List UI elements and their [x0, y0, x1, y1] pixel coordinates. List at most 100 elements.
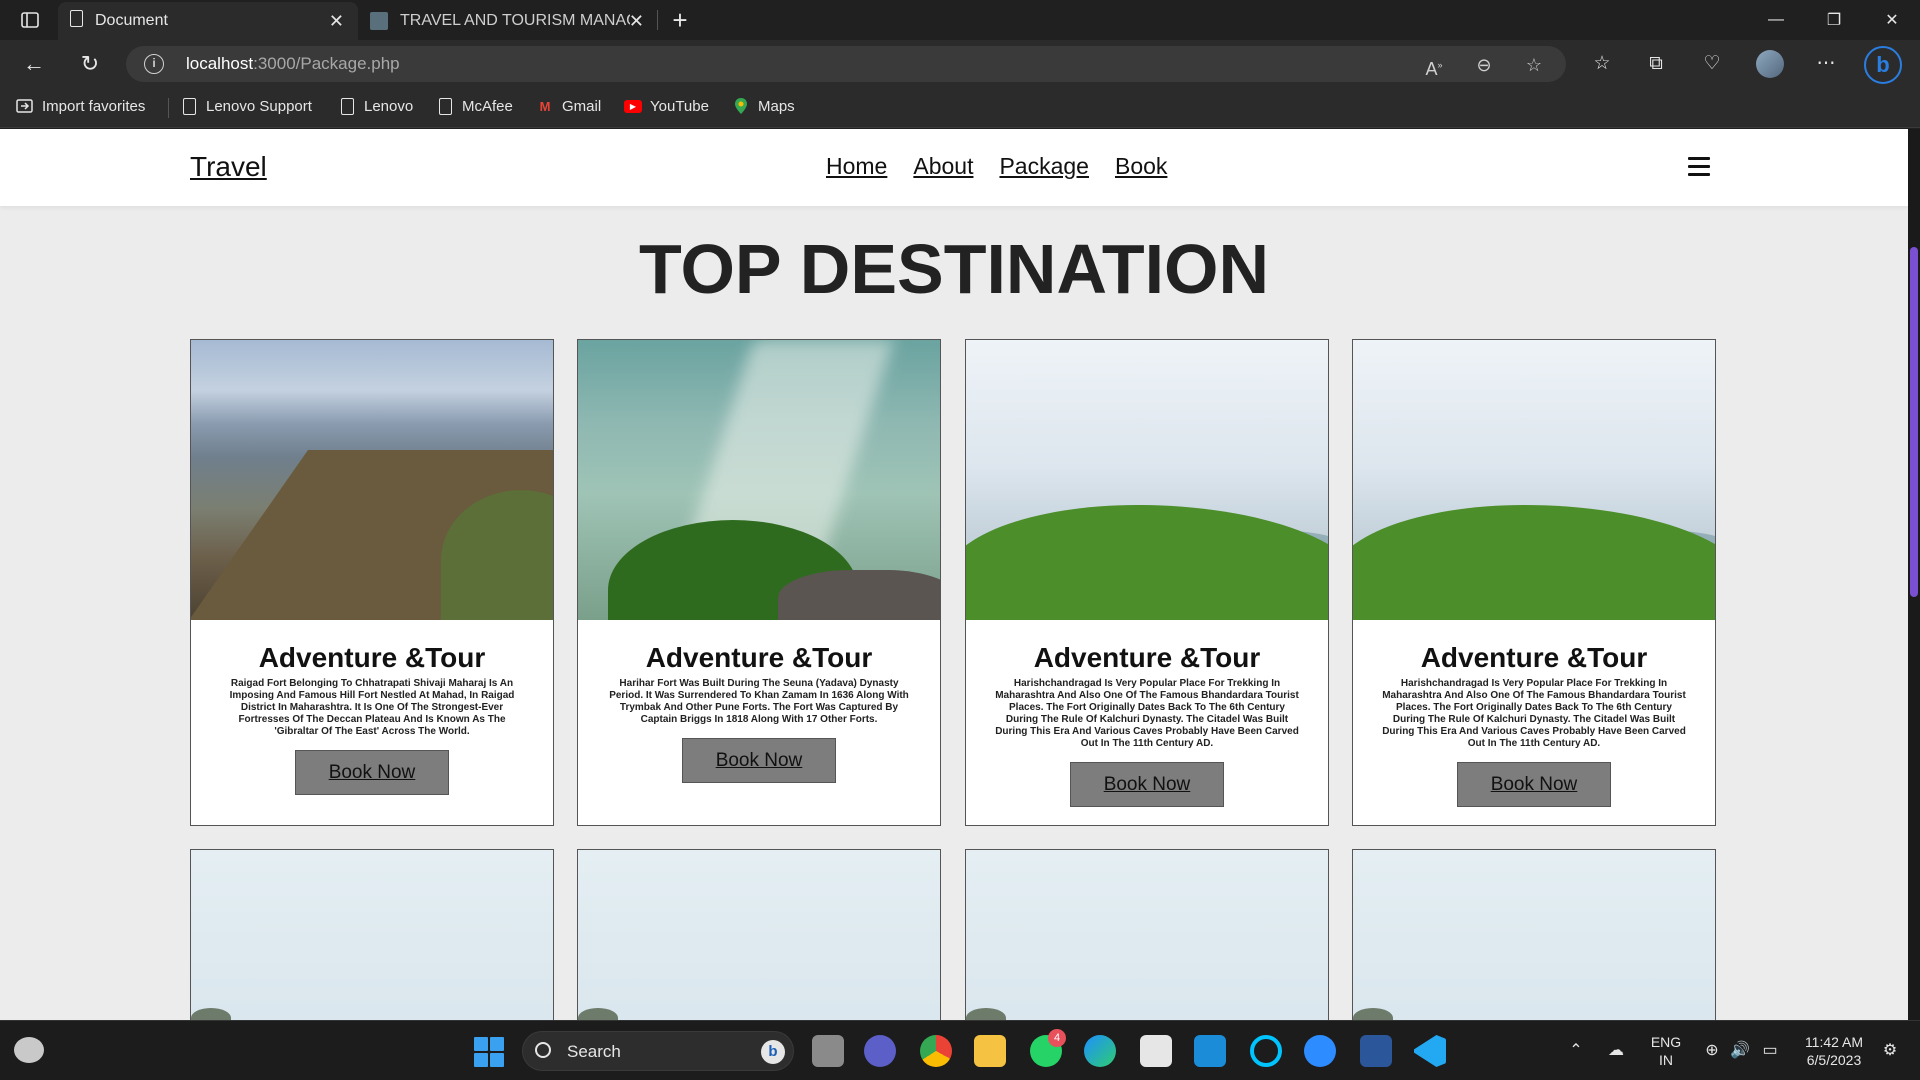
favorite-maps[interactable]: Maps	[732, 97, 795, 115]
favorites-icon[interactable]: ☆	[1588, 50, 1616, 78]
browser-toolbar: ← ↻ i localhost:3000/Package.php A» ⊖ ☆ …	[0, 40, 1920, 88]
zoom-icon[interactable]	[1304, 1035, 1336, 1067]
refresh-icon[interactable]: ↻	[74, 48, 106, 80]
favorite-youtube[interactable]: ▶ YouTube	[624, 97, 709, 115]
destination-card	[965, 849, 1329, 1020]
taskbar-search[interactable]: Search b	[522, 1031, 794, 1071]
nav-link-package[interactable]: Package	[999, 153, 1089, 180]
time-text: 11:42 AM	[1804, 1034, 1864, 1050]
site-logo[interactable]: Travel	[190, 151, 267, 183]
read-aloud-icon[interactable]: A»	[1422, 53, 1446, 79]
favorite-mcafee[interactable]: McAfee	[436, 97, 513, 115]
destination-card: Adventure &Tour Raigad Fort Belonging To…	[190, 339, 554, 826]
network-icon[interactable]: ⊕	[1702, 1041, 1722, 1061]
zoom-out-icon[interactable]: ⊖	[1472, 53, 1496, 77]
minimize-button[interactable]: —	[1748, 0, 1804, 40]
lenovo-vantage-icon[interactable]	[1194, 1035, 1226, 1067]
favorites-divider	[168, 98, 169, 118]
restore-button[interactable]: ❐	[1806, 0, 1862, 40]
new-tab-icon[interactable]: +	[664, 4, 696, 36]
destination-card	[577, 849, 941, 1020]
destination-card: Adventure &Tour Harishchandragad Is Very…	[965, 339, 1329, 826]
favorite-label: Lenovo	[364, 97, 414, 115]
url-text[interactable]: localhost:3000/Package.php	[186, 54, 400, 74]
onedrive-icon[interactable]: ☁	[1606, 1041, 1626, 1061]
destination-card: Adventure &Tour Harihar Fort Was Built D…	[577, 339, 941, 826]
close-window-button[interactable]: ✕	[1864, 0, 1920, 40]
chrome-icon[interactable]	[920, 1035, 952, 1067]
gmail-icon: M	[539, 98, 551, 114]
profile-avatar[interactable]	[1756, 50, 1784, 78]
import-icon	[16, 97, 34, 115]
book-now-button[interactable]: Book Now	[682, 738, 836, 783]
tab-divider	[657, 10, 658, 30]
vscode-icon[interactable]	[1414, 1035, 1446, 1067]
card-description: Harihar Fort Was Built During The Seuna …	[609, 678, 909, 725]
task-view-icon[interactable]	[812, 1035, 844, 1067]
language-indicator[interactable]: ENG IN	[1646, 1033, 1686, 1069]
show-hidden-icons-icon[interactable]: ⌃	[1566, 1041, 1586, 1061]
hamburger-menu-icon[interactable]	[1688, 157, 1710, 177]
close-tab-icon[interactable]: ✕	[629, 11, 644, 32]
back-icon[interactable]: ←	[18, 48, 50, 80]
start-icon[interactable]	[474, 1037, 504, 1067]
alexa-icon[interactable]	[1250, 1035, 1282, 1067]
favorite-star-icon[interactable]: ☆	[1522, 53, 1546, 77]
region-code: IN	[1659, 1052, 1673, 1068]
page-title: TOP DESTINATION	[638, 230, 1270, 308]
book-now-button[interactable]: Book Now	[1070, 762, 1224, 807]
favorite-label: Gmail	[562, 97, 602, 115]
edge-icon[interactable]	[1084, 1035, 1116, 1067]
page-icon	[70, 10, 83, 32]
url-path: :3000/Package.php	[253, 54, 400, 73]
search-icon	[535, 1042, 551, 1058]
favorite-import[interactable]: Import favorites	[16, 97, 145, 115]
raigad-fort-image	[191, 340, 553, 620]
book-now-button[interactable]: Book Now	[295, 750, 449, 795]
harishchandragad-image	[966, 340, 1328, 620]
site-info-icon[interactable]: i	[144, 54, 164, 74]
tab-title: TRAVEL AND TOURISM MANAGE	[400, 12, 630, 29]
site-favicon-icon	[370, 12, 388, 30]
close-icon: ✕	[1885, 12, 1899, 29]
clock[interactable]: 11:42 AM 6/5/2023	[1790, 1033, 1878, 1069]
nav-link-home[interactable]: Home	[826, 153, 887, 180]
minimize-icon: —	[1768, 11, 1784, 28]
book-now-button[interactable]: Book Now	[1457, 762, 1611, 807]
more-options-icon[interactable]: ⋯	[1812, 50, 1840, 78]
collections-icon[interactable]: ⧉	[1642, 50, 1670, 78]
tab-bar: Document ✕ TRAVEL AND TOURISM MANAGE ✕ +…	[0, 0, 1920, 40]
performance-icon[interactable]: ♡	[1698, 50, 1726, 78]
tab-document[interactable]: Document ✕	[58, 2, 358, 40]
nav-link-book[interactable]: Book	[1115, 153, 1167, 180]
weather-icon[interactable]	[14, 1037, 44, 1063]
nav-link-about[interactable]: About	[913, 153, 973, 180]
volume-icon[interactable]: 🔊	[1730, 1041, 1750, 1061]
card-description: Raigad Fort Belonging To Chhatrapati Shi…	[229, 678, 515, 737]
bing-copilot-icon[interactable]: b	[1864, 46, 1902, 84]
notifications-icon[interactable]: ⚙	[1880, 1041, 1900, 1061]
bing-icon[interactable]: b	[761, 1040, 785, 1064]
file-explorer-icon[interactable]	[974, 1035, 1006, 1067]
restore-icon: ❐	[1826, 12, 1842, 29]
card-title: Adventure &Tour	[258, 642, 486, 673]
teams-chat-icon[interactable]	[864, 1035, 896, 1067]
close-tab-icon[interactable]: ✕	[329, 11, 344, 32]
favorites-bar: Import favorites Lenovo Support Lenovo M…	[0, 88, 1920, 128]
card-description: Harishchandragad Is Very Popular Place F…	[1382, 678, 1686, 749]
battery-icon[interactable]: ▭	[1760, 1041, 1780, 1061]
word-icon[interactable]	[1360, 1035, 1392, 1067]
store-icon[interactable]	[1140, 1035, 1172, 1067]
favorite-lenovo[interactable]: Lenovo	[338, 97, 413, 115]
tab-travel[interactable]: TRAVEL AND TOURISM MANAGE ✕	[358, 2, 658, 40]
harishchandragad-image	[1353, 340, 1715, 620]
page-scrollbar[interactable]	[1908, 129, 1920, 1020]
favorite-gmail[interactable]: M Gmail	[536, 97, 602, 115]
favorite-lenovo-support[interactable]: Lenovo Support	[180, 97, 312, 115]
destination-card: Adventure &Tour Harishchandragad Is Very…	[1352, 339, 1716, 826]
destination-card	[190, 849, 554, 1020]
card-description: Harishchandragad Is Very Popular Place F…	[995, 678, 1299, 749]
tab-actions-icon[interactable]	[10, 6, 50, 34]
scrollbar-thumb[interactable]	[1910, 247, 1918, 597]
address-bar[interactable]: i localhost:3000/Package.php A» ⊖ ☆	[126, 46, 1566, 82]
